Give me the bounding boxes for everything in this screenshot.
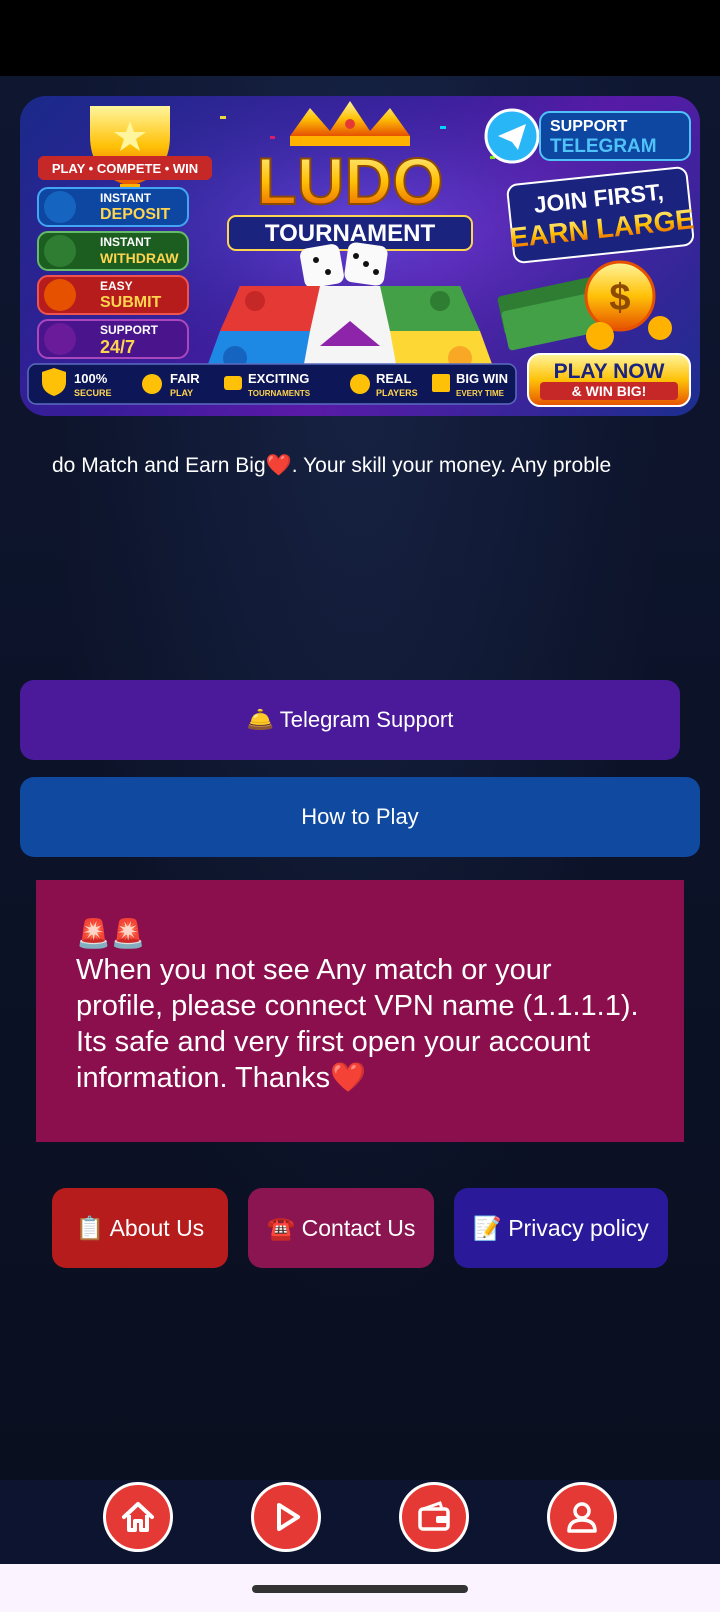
banner-title: LUDO — [257, 144, 444, 218]
badge-secure: 100% SECURE — [42, 368, 112, 398]
home-indicator[interactable] — [252, 1585, 468, 1593]
badge-real-players: REAL PLAYERS — [350, 371, 418, 398]
svg-text:100%: 100% — [74, 371, 108, 386]
svg-text:FAIR: FAIR — [170, 371, 200, 386]
telegram-support-button[interactable]: 🛎️ Telegram Support — [20, 680, 680, 760]
how-to-play-label: How to Play — [301, 804, 419, 829]
svg-text:EXCITING: EXCITING — [248, 371, 309, 386]
banner-artwork: PLAY • COMPETE • WIN INSTANT DEPOSIT INS… — [20, 96, 700, 416]
nav-home-button[interactable] — [103, 1482, 173, 1552]
feature-pill-1: INSTANT DEPOSIT — [37, 187, 189, 227]
telegram-support-label: 🛎️ Telegram Support — [246, 707, 454, 732]
banner-support-line1: SUPPORT — [550, 118, 628, 135]
svg-text:SUBMIT: SUBMIT — [100, 294, 162, 311]
svg-text:PLAY NOW: PLAY NOW — [554, 360, 665, 383]
telegram-icon — [484, 108, 540, 164]
contact-us-label: ☎️ Contact Us — [266, 1214, 416, 1241]
contact-us-button[interactable]: ☎️ Contact Us — [248, 1188, 434, 1268]
svg-text:WITHDRAW: WITHDRAW — [100, 250, 179, 266]
alert-siren-icon: 🚨🚨 — [76, 918, 146, 949]
nav-wallet-button[interactable] — [399, 1482, 469, 1552]
svg-text:DEPOSIT: DEPOSIT — [100, 206, 170, 223]
user-icon — [567, 1502, 597, 1533]
home-icon — [122, 1502, 154, 1532]
privacy-policy-button[interactable]: 📝 Privacy policy — [454, 1188, 668, 1268]
about-us-button[interactable]: 📋 About Us — [52, 1188, 228, 1268]
play-now-cta: PLAY NOW & WIN BIG! — [527, 353, 691, 407]
about-us-label: 📋 About Us — [75, 1214, 205, 1241]
svg-text:$: $ — [609, 277, 630, 319]
banner-tagline: PLAY • COMPETE • WIN — [52, 161, 198, 176]
feature-pill-2: INSTANT WITHDRAW — [37, 231, 189, 271]
svg-text:24/7: 24/7 — [100, 337, 135, 357]
svg-text:EVERY TIME: EVERY TIME — [456, 389, 505, 398]
nav-play-button[interactable] — [251, 1482, 321, 1552]
svg-text:SECURE: SECURE — [74, 388, 112, 398]
feature-pill-4: SUPPORT 24/7 — [37, 319, 189, 359]
status-bar — [0, 0, 720, 76]
svg-text:EASY: EASY — [100, 279, 133, 293]
vpn-notice: 🚨🚨 When you not see Any match or your pr… — [36, 880, 684, 1142]
privacy-policy-label: 📝 Privacy policy — [473, 1214, 649, 1241]
nav-profile-button[interactable] — [547, 1482, 617, 1552]
svg-text:SUPPORT: SUPPORT — [100, 323, 159, 337]
svg-text:REAL: REAL — [376, 371, 411, 386]
announcement-marquee: do Match and Earn Big❤️. Your skill your… — [52, 446, 668, 486]
svg-text:PLAY: PLAY — [170, 388, 193, 398]
notice-text: When you not see Any match or your profi… — [76, 954, 639, 1094]
svg-text:BIG WIN: BIG WIN — [456, 371, 508, 386]
svg-text:INSTANT: INSTANT — [100, 191, 152, 205]
promo-banner[interactable]: PLAY • COMPETE • WIN INSTANT DEPOSIT INS… — [20, 96, 700, 416]
svg-text:PLAYERS: PLAYERS — [376, 388, 418, 398]
banner-subtitle: TOURNAMENT — [265, 220, 436, 247]
wallet-icon — [418, 1501, 450, 1531]
feature-pill-3: EASY SUBMIT — [37, 275, 189, 315]
how-to-play-button[interactable]: How to Play — [20, 777, 700, 857]
banner-support-line2: TELEGRAM — [550, 136, 657, 157]
svg-text:& WIN BIG!: & WIN BIG! — [572, 383, 647, 399]
svg-text:INSTANT: INSTANT — [100, 235, 152, 249]
svg-text:TOURNAMENTS: TOURNAMENTS — [248, 389, 311, 398]
play-icon — [277, 1503, 300, 1531]
marquee-text: do Match and Earn Big❤️. Your skill your… — [52, 454, 612, 477]
